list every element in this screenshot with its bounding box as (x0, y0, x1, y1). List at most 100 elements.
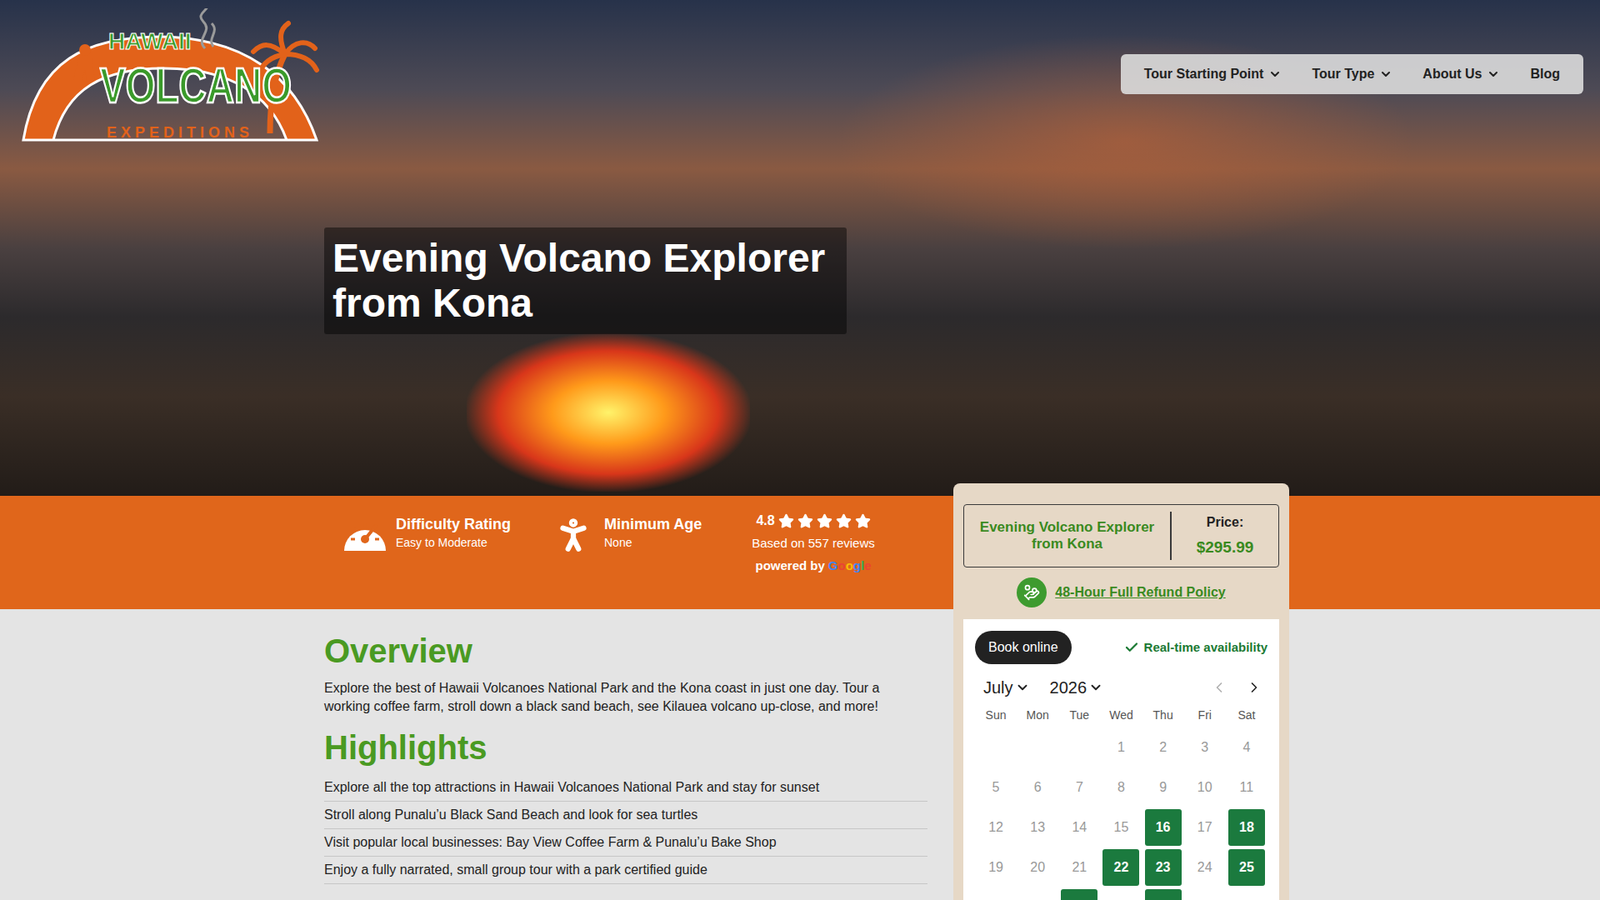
star-icon (797, 513, 814, 530)
weekday: Wed (1100, 706, 1142, 725)
calendar-day: 14 (1060, 809, 1098, 846)
main-nav: Tour Starting Point Tour Type About Us Blog (1120, 54, 1584, 95)
calendar-day: 2 (1145, 729, 1182, 766)
calendar-week: 567891011 (975, 767, 1268, 808)
calendar-day[interactable]: 22 (1102, 849, 1140, 886)
star-icon (778, 513, 795, 530)
calendar-day: 12 (977, 809, 1015, 846)
header: HAWAII VOLCANO EXPEDITIONS Tour Starting Po… (0, 0, 1600, 142)
calendar-day: 3 (1186, 729, 1224, 766)
weekday: Tue (1058, 706, 1100, 725)
calendar-day: 9 (1145, 769, 1182, 806)
calendar-day[interactable] (1145, 889, 1182, 900)
chevron-down-icon (1015, 680, 1030, 695)
weekday: Fri (1184, 706, 1226, 725)
calendar-day: 24 (1186, 849, 1224, 886)
nav-item[interactable]: About Us (1422, 64, 1500, 85)
price: $295.99 (1196, 535, 1255, 560)
calendar-day[interactable] (1060, 889, 1098, 900)
calendar-day: 1 (1102, 729, 1140, 766)
nav-item[interactable]: Tour Starting Point (1144, 64, 1283, 85)
calendar-day (977, 889, 1015, 900)
calendar-day: 20 (1019, 849, 1056, 886)
calendar-day[interactable]: 16 (1145, 809, 1182, 846)
highlight-item: Explore all the top attractions in Hawai… (324, 774, 928, 802)
next-month-icon[interactable] (1245, 679, 1263, 696)
calendar-card: Book onlineReal-time availabilityJuly202… (963, 619, 1280, 900)
page: HAWAII VOLCANO EXPEDITIONS Tour Starting Po… (0, 0, 1600, 900)
chevron-down-icon (1268, 67, 1282, 81)
calendar-week (975, 887, 1268, 900)
calendar-week: 12131415161718 (975, 807, 1268, 848)
powered-by: powered by (755, 556, 825, 576)
availability: Real-time availability (1124, 638, 1268, 658)
lava-glow (466, 333, 750, 492)
calendar-week: 19202122232425 (975, 847, 1268, 888)
person-icon (552, 514, 595, 556)
booking-summary: Evening Volcano Explorer from Kona Price:… (963, 504, 1280, 568)
weekday: Sun (975, 706, 1017, 725)
booking-title: Evening Volcano Explorer from Kona (964, 505, 1170, 567)
calendar-day: 21 (1060, 849, 1098, 886)
calendar-day[interactable]: 23 (1145, 849, 1182, 886)
overview-text: Explore the best of Hawaii Volcanoes Nat… (324, 679, 928, 716)
logo-sub-text: EXPEDITIONS (106, 125, 254, 140)
highlights-heading: Highlights (324, 727, 928, 768)
weekday-row: SunMonTueWedThuFriSat (975, 702, 1268, 728)
logo-top-text: HAWAII (108, 30, 192, 54)
calendar-day (1102, 889, 1140, 900)
calendar-day: 19 (977, 849, 1015, 886)
check-icon (1124, 640, 1140, 655)
fact: Minimum AgeNone (550, 514, 743, 556)
fact-value: Easy to Moderate (395, 534, 511, 551)
rating: 4.8 Based on 557 reviewspowered byGoogle (742, 510, 885, 575)
calendar-day: 15 (1102, 809, 1140, 846)
chevron-down-icon (1088, 680, 1104, 695)
logo-main-text: VOLCANO (100, 60, 292, 110)
calendar-day[interactable]: 25 (1228, 849, 1265, 886)
calendar-day (1186, 889, 1224, 900)
price-label: Price: (1206, 512, 1244, 533)
fact-value: None (604, 534, 702, 551)
weekday: Thu (1142, 706, 1185, 725)
calendar-day (1019, 889, 1056, 900)
calendar-day: 11 (1228, 769, 1265, 806)
chevron-down-icon (1486, 67, 1500, 81)
hero: HAWAII VOLCANO EXPEDITIONS Tour Starting Po… (0, 0, 1600, 496)
refund-icon (1016, 577, 1047, 608)
weekday: Mon (1016, 706, 1059, 725)
calendar-day: 5 (977, 769, 1015, 806)
calendar-day: 17 (1186, 809, 1224, 846)
calendar-day: 8 (1102, 769, 1140, 806)
calendar-day (1228, 889, 1265, 900)
year-select[interactable]: 2026 (1038, 675, 1116, 700)
calendar-week: 1234 (975, 727, 1268, 768)
rating-reviews: Based on 557 reviews (751, 534, 875, 554)
refund-link[interactable]: 48-Hour Full Refund Policy (963, 577, 1280, 608)
gauge-icon (342, 514, 388, 553)
prev-month-icon[interactable] (1210, 679, 1228, 696)
star-icon (835, 513, 852, 530)
hero-title: Evening Volcano Explorer from Kona (332, 235, 839, 326)
fact: Difficulty RatingEasy to Moderate (342, 514, 551, 553)
highlight-item: Stroll along Punalu’u Black Sand Beach a… (324, 801, 928, 830)
chevron-down-icon (1379, 67, 1393, 81)
fact-label: Difficulty Rating (395, 514, 511, 535)
calendar-day: 10 (1186, 769, 1224, 806)
calendar-day: 4 (1228, 729, 1265, 766)
highlights-list: Explore all the top attractions in Hawai… (324, 774, 928, 885)
nav-item[interactable]: Tour Type (1311, 64, 1393, 85)
booking-panel: Evening Volcano Explorer from Kona Price:… (953, 483, 1290, 900)
overview-heading: Overview (324, 630, 928, 671)
rating-score: 4.8 (755, 510, 775, 531)
nav-item[interactable]: Blog (1530, 64, 1560, 85)
calendar-day: 7 (1060, 769, 1098, 806)
calendar-day: 13 (1019, 809, 1056, 846)
book-online-tab[interactable]: Book online (975, 630, 1072, 665)
weekday: Sat (1225, 706, 1268, 725)
calendar-day[interactable]: 18 (1228, 809, 1265, 846)
google-text[interactable]: Google (828, 556, 872, 576)
month-select[interactable]: July (975, 675, 1039, 700)
info-strip: Difficulty RatingEasy to ModerateMinimum… (0, 495, 1600, 610)
logo[interactable]: HAWAII VOLCANO EXPEDITIONS (20, 8, 320, 142)
